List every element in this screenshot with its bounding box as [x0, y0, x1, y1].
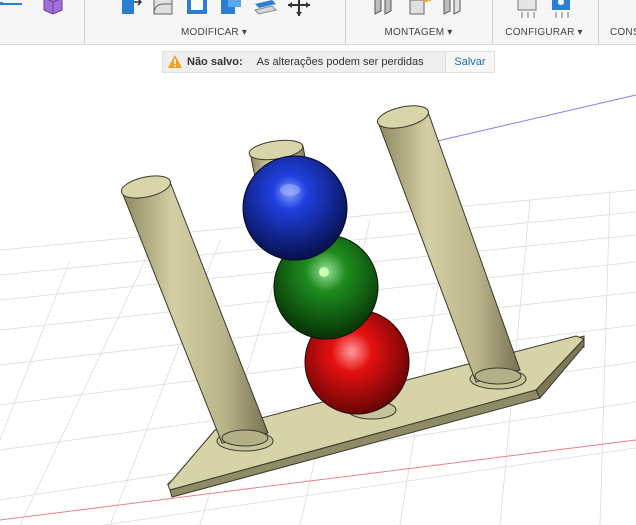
- sketch-line-icon[interactable]: [0, 0, 26, 20]
- toolbar-group-configure[interactable]: CONFIGURAR ▾: [494, 0, 594, 44]
- toolbar-group-modify[interactable]: MODIFICAR ▾: [86, 0, 342, 44]
- joint-icon[interactable]: [406, 0, 432, 20]
- toolbar-label-configure[interactable]: CONFIGURAR ▾: [494, 27, 594, 38]
- warning-icon: [168, 55, 182, 68]
- form-cube-icon[interactable]: [40, 0, 66, 20]
- toolbar-group-assemble[interactable]: MONTAGEM ▾: [347, 0, 490, 44]
- parameters-icon[interactable]: [514, 0, 540, 20]
- toolbar-separator: [598, 0, 599, 44]
- save-button[interactable]: Salvar: [445, 52, 494, 72]
- toolbar-separator: [84, 0, 85, 44]
- as-built-joint-icon[interactable]: [440, 0, 466, 20]
- 3d-viewport[interactable]: [0, 75, 636, 525]
- toolbar-separator: [492, 0, 493, 44]
- new-component-icon[interactable]: [372, 0, 398, 20]
- green-ball-highlight: [319, 267, 329, 277]
- offset-face-icon[interactable]: [252, 0, 278, 20]
- toolbar-label-assemble[interactable]: MONTAGEM ▾: [347, 27, 490, 38]
- blue-ball-highlight: [280, 184, 300, 196]
- toolbar-label-modify[interactable]: MODIFICAR ▾: [86, 27, 342, 38]
- z-axis-line: [419, 94, 636, 146]
- blue-ball[interactable]: [242, 155, 348, 261]
- unsaved-status: Não salvo:: [187, 56, 243, 68]
- move-icon[interactable]: [286, 0, 312, 20]
- toolbar-label-construct[interactable]: CONS: [610, 27, 636, 38]
- unsaved-message: As alterações podem ser perdidas: [256, 56, 424, 68]
- combine-icon[interactable]: [218, 0, 244, 20]
- table-config-icon[interactable]: [548, 0, 574, 20]
- shell-icon[interactable]: [184, 0, 210, 20]
- toolbar-separator: [345, 0, 346, 44]
- fillet-icon[interactable]: [150, 0, 176, 20]
- toolbar: MODIFICAR ▾ MONTAGEM ▾ CONFIGURAR ▾ CONS: [0, 0, 636, 45]
- toolbar-group-create[interactable]: [0, 0, 80, 44]
- toolbar-group-construct[interactable]: CONS: [600, 0, 636, 44]
- unsaved-notice: Não salvo: As alterações podem ser perdi…: [162, 51, 495, 73]
- press-pull-icon[interactable]: [116, 0, 142, 20]
